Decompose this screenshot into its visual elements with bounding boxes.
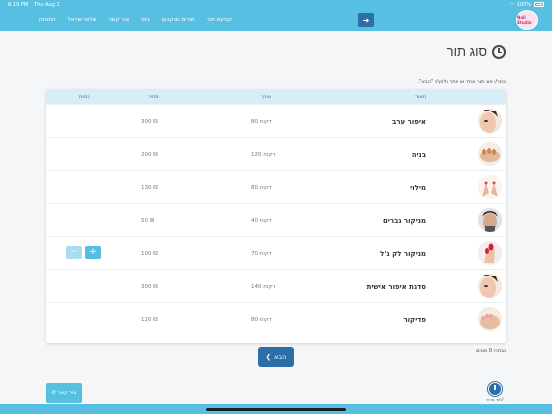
contact-button-label: צור קשר [57,390,77,396]
service-name: מניקור לק ג'ל [380,250,426,258]
status-bar: 6:19 PM Thu Aug 1 ◠ 100% [0,0,552,9]
nav-item-logout[interactable]: התנתק [39,17,56,23]
table-row[interactable]: סדנת איפור אישית 140 דקות 300 ₪ [46,269,506,302]
nav-menu: קביעת תור תורים שנקבעו גיוס צור קשר שלום… [39,9,232,31]
service-name: מניקור גברים [382,217,426,225]
services-table: תאור אורך מחיר כמות איפור ערב 80 דקות 30… [46,89,506,343]
service-duration: 80 דקות [251,317,272,323]
service-duration: 70 דקות [251,251,272,257]
clock-icon [492,44,506,59]
service-price: 130 ₪ [141,185,158,191]
man-image [478,208,502,232]
instruction-text: בחר/י סוג תור אחד או יותר ולחץ/י "הבא". [417,79,506,85]
service-duration: 80 דקות [251,119,272,125]
battery-icon [534,2,544,7]
nav-item-contact[interactable]: צור קשר [109,17,130,23]
table-row[interactable]: פדיקור 80 דקות 120 ₪ [46,302,506,335]
nav-item-book[interactable]: קביעת תור [207,17,232,23]
header-duration: אורך [261,94,272,100]
contact-button[interactable]: ✆ צור קשר [46,383,82,403]
wifi-icon: ◠ [509,1,514,8]
service-duration: 120 דקות [251,152,276,158]
service-price: 120 ₪ [141,317,158,323]
nav-item-greeting[interactable]: שלום ישראל [68,17,97,23]
header-qty: כמות [79,94,90,100]
phone-icon: ✆ [51,390,56,396]
quantity-stepper: − + [66,246,101,259]
nav-item-booked[interactable]: תורים שנקבעו [162,17,195,23]
page-title: סוג תור [447,44,506,59]
nav-item-recruit[interactable]: גיוס [141,17,150,23]
table-row[interactable]: מניקור גברים 40 דקות 50 ₪ [46,203,506,236]
table-row[interactable]: בניה 120 דקות 200 ₪ [46,137,506,170]
arrow-right-icon: ➜ [362,15,370,25]
page-title-text: סוג תור [446,44,487,59]
service-name: מילוי [410,184,426,192]
clock-icon [488,382,502,396]
face-image [478,274,502,298]
service-name: בניה [411,151,426,159]
forward-button[interactable]: ➜ [358,13,374,27]
table-row[interactable]: איפור ערב 80 דקות 300 ₪ [46,104,506,137]
selected-count: נבחרו 0 סוגים [476,348,506,354]
service-name: סדנת איפור אישית [366,283,426,291]
status-battery-text: 100% [516,1,531,8]
increase-button[interactable]: + [85,246,101,259]
status-time: 6:19 PM [8,1,29,8]
red-nails-image [478,241,502,265]
service-duration: 140 דקות [251,284,276,290]
next-button-label: הבא [274,353,287,361]
header-desc: תאור [415,94,426,100]
service-price: 200 ₪ [141,152,158,158]
service-price: 300 ₪ [141,119,158,125]
table-header: תאור אורך מחיר כמות [46,89,506,104]
table-row[interactable]: מילוי 80 דקות 130 ₪ [46,170,506,203]
top-navbar: Nail Studio קביעת תור תורים שנקבעו גיוס … [0,9,552,31]
nails-image [478,142,502,166]
next-button[interactable]: ❮ הבא [258,347,294,367]
header-price: מחיר [148,94,159,100]
service-price: 300 ₪ [141,284,158,290]
brand-logo[interactable]: Nail Studio [516,10,538,30]
home-indicator[interactable] [206,408,346,411]
quick-turn-button[interactable]: תור מהיר? [484,382,506,402]
quick-turn-label: תור מהיר? [486,397,504,402]
hands-image [478,175,502,199]
service-duration: 80 דקות [251,185,272,191]
status-date: Thu Aug 1 [34,1,60,8]
service-name: פדיקור [403,316,426,324]
table-row[interactable]: מניקור לק ג'ל 70 דקות 100 ₪ − + [46,236,506,269]
feet-image [478,307,502,331]
chevron-left-icon: ❮ [265,353,272,361]
decrease-button[interactable]: − [66,246,82,259]
service-name: איפור ערב [392,118,426,126]
face-image [478,109,502,133]
service-price: 100 ₪ [141,251,158,257]
service-price: 50 ₪ [141,218,155,224]
service-duration: 40 דקות [251,218,272,224]
